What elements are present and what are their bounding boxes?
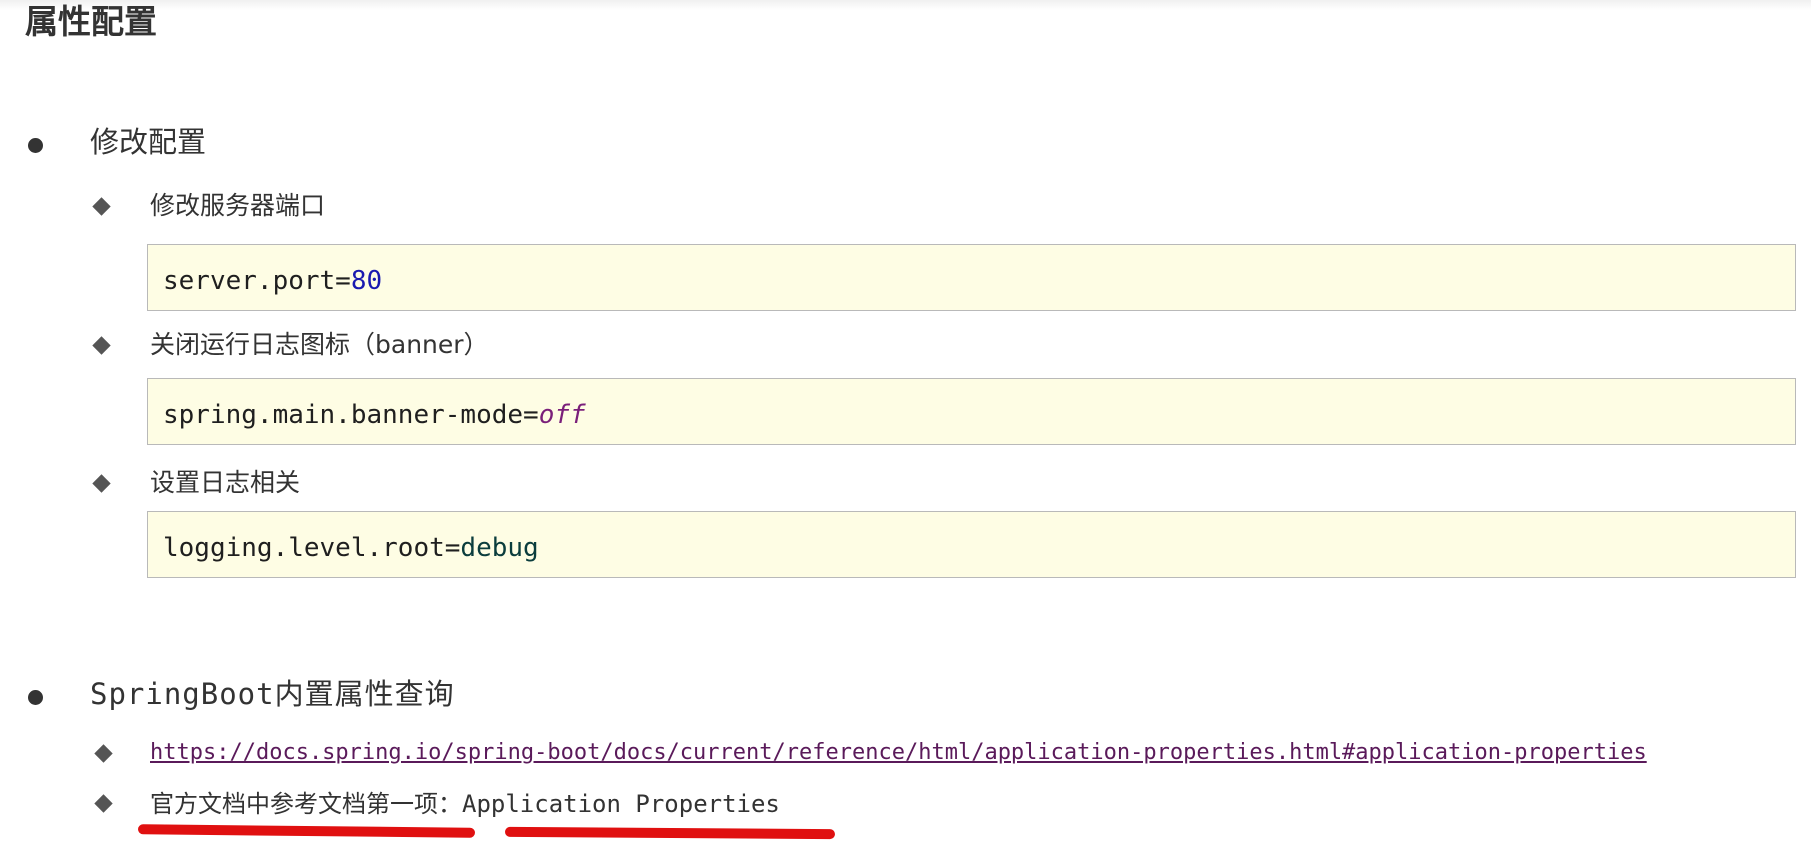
docs-link[interactable]: https://docs.spring.io/spring-boot/docs/… — [150, 738, 1647, 768]
item-diamond-icon — [92, 336, 111, 355]
item-label-banner: 关闭运行日志图标（banner） — [150, 330, 489, 359]
section-heading-springboot-properties: SpringBoot内置属性查询 — [90, 677, 455, 711]
docs-note-prefix: 官方文档中参考文档第一项： — [150, 790, 462, 818]
item-label-logging: 设置日志相关 — [150, 468, 301, 497]
code-block-server-port: server.port=80 — [147, 244, 1796, 311]
item-label-server-port: 修改服务器端口 — [150, 191, 326, 220]
section-heading-modify-config: 修改配置 — [90, 125, 207, 159]
code-value: 80 — [350, 266, 383, 296]
red-underline-annotation — [137, 824, 476, 838]
code-block-logging-level: logging.level.root=debug — [147, 511, 1796, 578]
red-underline-annotation — [504, 826, 836, 840]
code-key: spring.main.banner-mode= — [163, 400, 539, 430]
code-block-banner-mode: spring.main.banner-mode=off — [147, 378, 1796, 445]
item-diamond-icon — [94, 744, 113, 763]
docs-note: 官方文档中参考文档第一项：Application Properties — [150, 788, 780, 820]
section-bullet — [28, 138, 43, 153]
code-value: off — [538, 400, 586, 430]
code-key: server.port= — [163, 266, 351, 296]
page-title: 属性配置 — [25, 2, 157, 41]
docs-note-value: Application Properties — [462, 790, 780, 818]
item-diamond-icon — [92, 197, 111, 216]
code-value: debug — [460, 533, 539, 563]
code-key: logging.level.root= — [163, 533, 461, 563]
section-bullet — [28, 690, 43, 705]
item-diamond-icon — [92, 474, 111, 493]
top-shade — [0, 0, 1811, 10]
item-diamond-icon — [94, 794, 113, 813]
